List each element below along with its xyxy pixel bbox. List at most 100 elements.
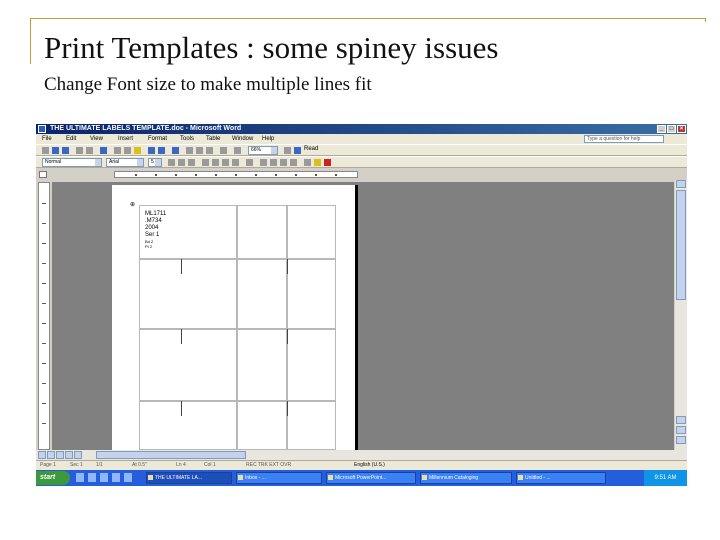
menu-help[interactable]: Help <box>262 134 274 144</box>
label-cell[interactable] <box>287 205 336 259</box>
hyperlink-icon[interactable] <box>172 147 179 154</box>
close-icon[interactable]: × <box>677 125 686 133</box>
task-untitled[interactable]: Untitled - ... <box>516 472 606 484</box>
label-cell[interactable] <box>139 329 237 401</box>
task-inbox[interactable]: Inbox - ... <box>236 472 322 484</box>
label-cell[interactable] <box>139 259 237 329</box>
label-cell[interactable] <box>237 329 287 401</box>
bullets-icon[interactable] <box>270 159 277 166</box>
underline-icon[interactable] <box>188 159 195 166</box>
tab-selector-icon[interactable] <box>39 171 47 178</box>
columns-icon[interactable] <box>206 147 213 154</box>
menu-window[interactable]: Window <box>232 134 253 144</box>
label-cell[interactable] <box>139 401 237 450</box>
help-search-box[interactable]: Type a question for help <box>584 135 664 143</box>
font-size-box[interactable]: 5 <box>148 158 162 167</box>
italic-icon[interactable] <box>178 159 185 166</box>
document-page[interactable]: ⊕ ML1711 .M734 2004 Ser 1 Bd.2 Pt 2 <box>112 185 358 450</box>
scroll-thumb[interactable] <box>676 190 686 300</box>
task-word[interactable]: THE ULTIMATE LA... <box>146 472 232 484</box>
excel-icon[interactable] <box>196 147 203 154</box>
paste-icon[interactable] <box>134 147 141 154</box>
align-right-icon[interactable] <box>222 159 229 166</box>
save-icon[interactable] <box>62 147 69 154</box>
increase-indent-icon[interactable] <box>290 159 297 166</box>
menu-file[interactable]: File <box>42 134 52 144</box>
label-cell[interactable] <box>237 205 287 259</box>
menu-view[interactable]: View <box>90 134 103 144</box>
system-tray-clock[interactable]: 9:51 AM <box>644 470 687 486</box>
label-cell[interactable] <box>287 259 336 329</box>
show-hide-icon[interactable] <box>234 147 241 154</box>
task-powerpoint[interactable]: Microsoft PowerPoint... <box>326 472 416 484</box>
justify-icon[interactable] <box>232 159 239 166</box>
start-button[interactable]: start <box>36 471 70 485</box>
table-move-handle-icon[interactable]: ⊕ <box>130 201 135 208</box>
align-center-icon[interactable] <box>212 159 219 166</box>
label-cell[interactable] <box>237 259 287 329</box>
select-browse-object-icon[interactable] <box>676 426 686 434</box>
window-title-bar[interactable]: THE ULTIMATE LABELS TEMPLATE.doc - Micro… <box>36 124 687 134</box>
font-box[interactable]: Arial <box>106 158 144 167</box>
reading-layout-view-icon[interactable] <box>74 451 82 459</box>
read-icon[interactable] <box>294 147 301 154</box>
web-layout-view-icon[interactable] <box>47 451 55 459</box>
style-box[interactable]: Normal <box>42 158 102 167</box>
redo-icon[interactable] <box>158 147 165 154</box>
task-cataloging[interactable]: Millennium Cataloging <box>420 472 512 484</box>
menu-table[interactable]: Table <box>206 134 220 144</box>
table-icon[interactable] <box>186 147 193 154</box>
label-cell-active[interactable]: ML1711 .M734 2004 Ser 1 Bd.2 Pt 2 <box>139 205 237 259</box>
copy-icon[interactable] <box>124 147 131 154</box>
ruler-tick <box>42 283 46 284</box>
label-text[interactable]: ML1711 .M734 2004 Ser 1 Bd.2 Pt 2 <box>145 211 166 249</box>
border-icon[interactable] <box>304 159 311 166</box>
undo-icon[interactable] <box>148 147 155 154</box>
vertical-ruler[interactable] <box>38 182 50 450</box>
menu-insert[interactable]: Insert <box>118 134 133 144</box>
spelling-icon[interactable] <box>100 147 107 154</box>
menu-tools[interactable]: Tools <box>180 134 194 144</box>
word-app-icon[interactable] <box>38 125 46 133</box>
quicklaunch-desktop-icon[interactable] <box>100 473 108 482</box>
quicklaunch-mail-icon[interactable] <box>88 473 96 482</box>
font-color-icon[interactable] <box>324 159 331 166</box>
ruler-tick <box>335 174 337 176</box>
print-icon[interactable] <box>76 147 83 154</box>
status-section: Sec 1 <box>70 462 83 468</box>
new-icon[interactable] <box>42 147 49 154</box>
menu-edit[interactable]: Edit <box>66 134 76 144</box>
minimize-icon[interactable]: _ <box>657 125 666 133</box>
previous-page-icon[interactable] <box>676 416 686 424</box>
label-cell[interactable] <box>237 401 287 450</box>
horizontal-ruler[interactable] <box>114 171 358 178</box>
horizontal-scroll-thumb[interactable] <box>96 451 246 459</box>
next-page-icon[interactable] <box>676 436 686 444</box>
zoom-box[interactable]: 66% <box>248 146 278 155</box>
label-cell[interactable] <box>287 401 336 450</box>
normal-view-icon[interactable] <box>38 451 46 459</box>
cut-icon[interactable] <box>114 147 121 154</box>
line-spacing-icon[interactable] <box>246 159 253 166</box>
menu-format[interactable]: Format <box>148 134 167 144</box>
quicklaunch-media-icon[interactable] <box>112 473 120 482</box>
vertical-scrollbar[interactable] <box>675 180 687 450</box>
highlight-icon[interactable] <box>314 159 321 166</box>
horizontal-scrollbar[interactable] <box>36 450 687 460</box>
bold-icon[interactable] <box>168 159 175 166</box>
decrease-indent-icon[interactable] <box>280 159 287 166</box>
label-cell[interactable] <box>287 329 336 401</box>
outline-view-icon[interactable] <box>65 451 73 459</box>
print-layout-view-icon[interactable] <box>56 451 64 459</box>
drawing-icon[interactable] <box>220 147 227 154</box>
maximize-icon[interactable]: □ <box>667 125 676 133</box>
open-icon[interactable] <box>52 147 59 154</box>
help-icon[interactable] <box>284 147 291 154</box>
scroll-up-icon[interactable] <box>676 180 686 188</box>
read-button[interactable]: Read <box>304 146 318 152</box>
align-left-icon[interactable] <box>202 159 209 166</box>
quicklaunch-app-icon[interactable] <box>124 473 132 482</box>
numbering-icon[interactable] <box>260 159 267 166</box>
quicklaunch-ie-icon[interactable] <box>76 473 84 482</box>
print-preview-icon[interactable] <box>86 147 93 154</box>
